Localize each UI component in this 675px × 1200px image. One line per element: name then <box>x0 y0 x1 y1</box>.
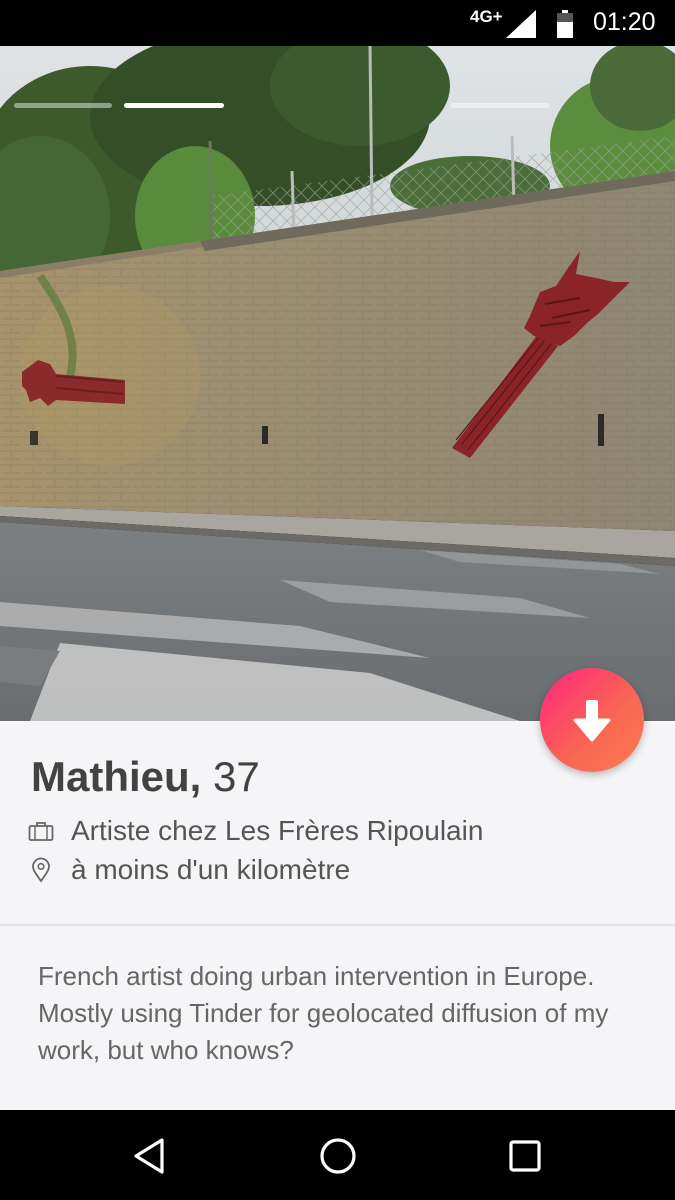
arrow-down-icon <box>573 700 611 742</box>
profile-photo[interactable] <box>0 46 675 721</box>
name-age: Mathieu, 37 <box>31 753 260 801</box>
profile-age: 37 <box>213 753 260 800</box>
status-bar: 4G+ 01:20 <box>0 0 675 46</box>
cell-signal-icon <box>506 10 536 38</box>
job-text: Artiste chez Les Frères Ripoulain <box>71 815 484 846</box>
location-pin-icon <box>32 857 50 883</box>
back-triangle-icon[interactable] <box>128 1134 172 1178</box>
profile-name: Mathieu, <box>31 753 202 800</box>
distance-text: à moins d'un kilomètre <box>71 854 351 885</box>
clock: 01:20 <box>593 8 656 36</box>
briefcase-icon <box>28 822 54 841</box>
job-row: Artiste chez Les Frères Ripoulain <box>28 813 483 849</box>
collapse-profile-button[interactable] <box>540 668 644 772</box>
home-circle-icon[interactable] <box>316 1134 360 1178</box>
photo-indicator-2[interactable] <box>124 103 224 108</box>
distance-row: à moins d'un kilomètre <box>28 852 350 888</box>
navigation-bar <box>0 1110 675 1200</box>
photo-indicator-3[interactable] <box>450 103 550 108</box>
recents-square-icon[interactable] <box>503 1134 547 1178</box>
battery-icon <box>557 10 573 38</box>
network-type: 4G+ <box>470 7 503 26</box>
bio-text: French artist doing urban intervention i… <box>38 961 609 1065</box>
bio-section: French artist doing urban intervention i… <box>0 926 675 1110</box>
photo-indicator-1[interactable] <box>14 103 112 108</box>
